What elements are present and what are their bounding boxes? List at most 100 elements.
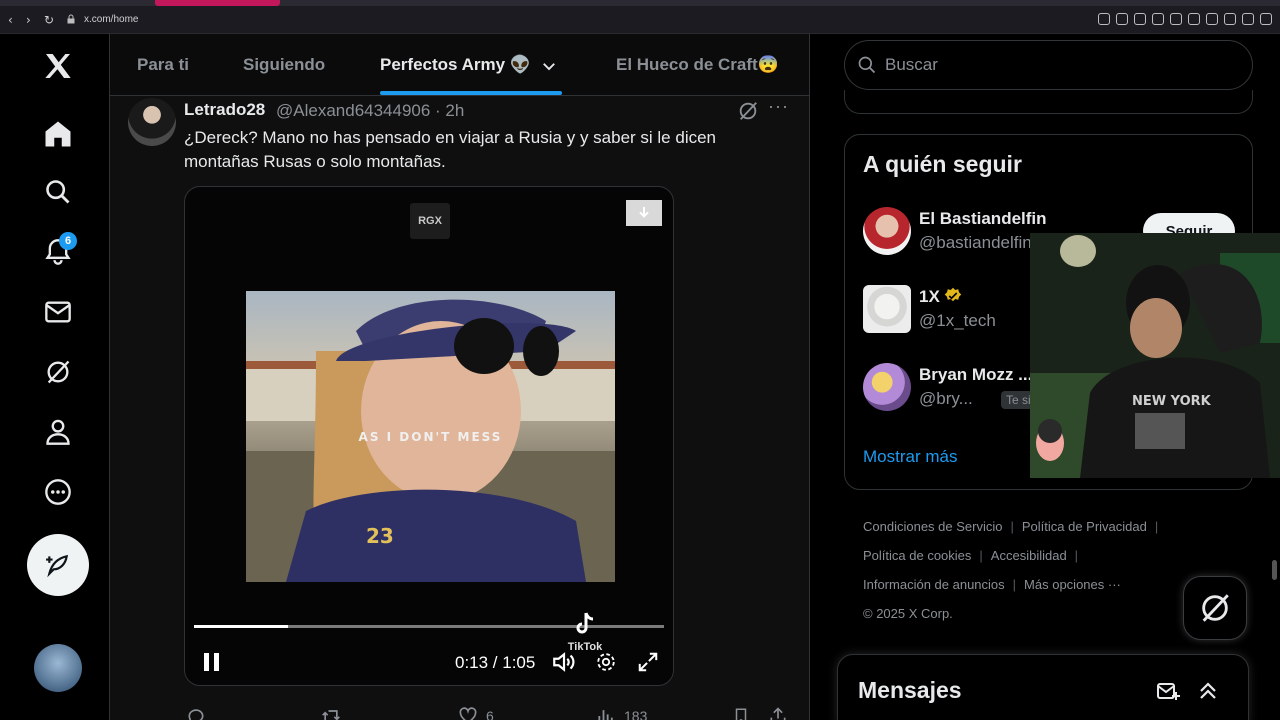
fullscreen-icon[interactable]	[637, 651, 659, 673]
tab-perfectos-army[interactable]: Perfectos Army 👽	[380, 55, 531, 75]
accessibility-link[interactable]: Accesibilidad	[991, 548, 1067, 563]
search-box[interactable]	[844, 40, 1253, 90]
profile-icon[interactable]	[38, 412, 78, 452]
user-avatar[interactable]	[863, 285, 911, 333]
verified-badge-icon	[944, 287, 962, 302]
search-icon	[858, 56, 876, 74]
tweet[interactable]: Letrado28 @Alexand64344906 · 2h ··· ¿Der…	[110, 96, 809, 720]
svg-text:23: 23	[366, 524, 394, 548]
user-name-text: 1X	[919, 287, 940, 306]
reload-icon[interactable]: ↻	[44, 13, 54, 27]
search-icon[interactable]	[38, 172, 78, 212]
tweet-author-avatar[interactable]	[128, 98, 176, 146]
grok-icon	[1202, 594, 1229, 622]
previous-card-edge	[844, 90, 1253, 114]
back-arrow-icon[interactable]: ‹	[8, 13, 13, 27]
browser-extensions	[1098, 13, 1272, 25]
bookmark-button[interactable]	[732, 706, 750, 720]
ads-info-link[interactable]: Información de anuncios	[863, 577, 1005, 592]
webcam-image: NEW YORK	[1030, 233, 1280, 478]
bookmark-icon	[735, 708, 747, 720]
grok-floating-button[interactable]	[1183, 576, 1247, 640]
notifications-badge: 6	[59, 232, 77, 250]
user-handle: @1x_tech	[919, 311, 996, 330]
forward-arrow-icon[interactable]: ›	[26, 13, 31, 27]
timeline: Para ti Siguiendo Perfectos Army 👽 El Hu…	[110, 34, 810, 720]
user-name[interactable]: Bryan Mozz ...	[919, 365, 1032, 385]
user-handle: @bry...	[919, 389, 973, 408]
browser-toolbar: ‹ › ↻ x.com/home	[0, 0, 1280, 34]
tweet-actions: 6 183	[184, 704, 804, 720]
zoom-icon[interactable]	[1098, 13, 1110, 25]
tweet-more-icon[interactable]: ···	[768, 96, 789, 117]
views-button[interactable]: 183	[596, 706, 647, 720]
browser-active-tab[interactable]	[155, 0, 280, 6]
more-options-icon[interactable]	[38, 472, 78, 512]
x-logo-icon[interactable]	[38, 46, 78, 86]
copyright: © 2025 X Corp.	[863, 606, 953, 621]
footer-divider: |	[1074, 548, 1079, 563]
share-icon	[770, 707, 786, 720]
footer-divider: |	[1010, 519, 1014, 534]
like-count: 6	[486, 708, 494, 720]
grok-explain-icon[interactable]	[737, 100, 759, 122]
webcam-overlay: NEW YORK	[1030, 233, 1280, 478]
share-button[interactable]	[768, 706, 788, 720]
shield-icon[interactable]	[1152, 13, 1164, 25]
home-icon[interactable]	[38, 114, 78, 154]
compose-post-button[interactable]	[27, 534, 89, 596]
active-tab-indicator	[380, 91, 562, 95]
search-input[interactable]	[885, 55, 1225, 75]
user-name[interactable]: 1X	[919, 287, 962, 307]
page-scrollbar[interactable]	[1272, 560, 1277, 580]
show-more-link[interactable]: Mostrar más	[863, 447, 957, 467]
privacy-link[interactable]: Política de Privacidad	[1022, 519, 1147, 534]
pin-icon[interactable]	[1116, 13, 1128, 25]
footer-divider: |	[1012, 577, 1017, 592]
tab-el-hueco-de-craft[interactable]: El Hueco de Craft😨	[616, 55, 779, 75]
play-icon[interactable]	[1170, 13, 1182, 25]
address-bar[interactable]: x.com/home	[84, 14, 138, 25]
lock-icon	[67, 14, 75, 24]
download-icon[interactable]	[1242, 13, 1254, 25]
expand-up-icon[interactable]	[1196, 679, 1220, 703]
reply-button[interactable]	[186, 706, 206, 720]
tiktok-watermark: TikTok	[563, 611, 607, 654]
cookies-link[interactable]: Política de cookies	[863, 548, 971, 563]
tweet-author-handle[interactable]: @Alexand64344906 · 2h	[276, 101, 464, 121]
heart-icon[interactable]	[1188, 13, 1200, 25]
video-frame: 23 AS I DON'T MESS	[246, 291, 615, 582]
more-options-link[interactable]: Más opciones ···	[1024, 577, 1121, 592]
new-message-icon[interactable]	[1156, 679, 1180, 703]
repost-button[interactable]	[320, 706, 342, 720]
user-avatar[interactable]	[863, 363, 911, 411]
bookmark-icon[interactable]	[1134, 13, 1146, 25]
video-player[interactable]: RGX 23 AS I DON'T MESS TikTok 0:13 / 1:0…	[184, 186, 674, 686]
mail-icon[interactable]	[38, 292, 78, 332]
tweet-author-name[interactable]: Letrado28	[184, 100, 265, 120]
repost-icon	[322, 710, 340, 720]
tab-para-ti[interactable]: Para ti	[137, 55, 189, 75]
feather-plus-icon	[46, 554, 68, 578]
menu-icon[interactable]	[1260, 13, 1272, 25]
video-progress-fill	[194, 625, 288, 628]
video-download-icon[interactable]	[626, 200, 662, 226]
settings-gear-icon[interactable]	[595, 651, 617, 673]
user-avatar[interactable]	[863, 207, 911, 255]
pause-icon[interactable]	[202, 651, 222, 673]
messages-drawer[interactable]: Mensajes	[837, 654, 1249, 720]
share-icon[interactable]	[1224, 13, 1236, 25]
terms-link[interactable]: Condiciones de Servicio	[863, 519, 1002, 534]
primary-nav: 6	[0, 34, 110, 720]
chevron-down-icon[interactable]	[540, 57, 558, 75]
extension-icon[interactable]	[1206, 13, 1218, 25]
like-button[interactable]: 6	[458, 706, 494, 720]
volume-icon[interactable]	[551, 649, 577, 675]
timeline-tabs: Para ti Siguiendo Perfectos Army 👽 El Hu…	[110, 34, 809, 96]
grok-icon[interactable]	[38, 352, 78, 392]
video-timestamp: 0:13 / 1:05	[455, 653, 536, 672]
who-to-follow-title: A quién seguir	[863, 151, 1022, 177]
user-name[interactable]: El Bastiandelfin	[919, 209, 1047, 229]
account-avatar[interactable]	[34, 644, 82, 692]
tab-siguiendo[interactable]: Siguiendo	[243, 55, 325, 75]
